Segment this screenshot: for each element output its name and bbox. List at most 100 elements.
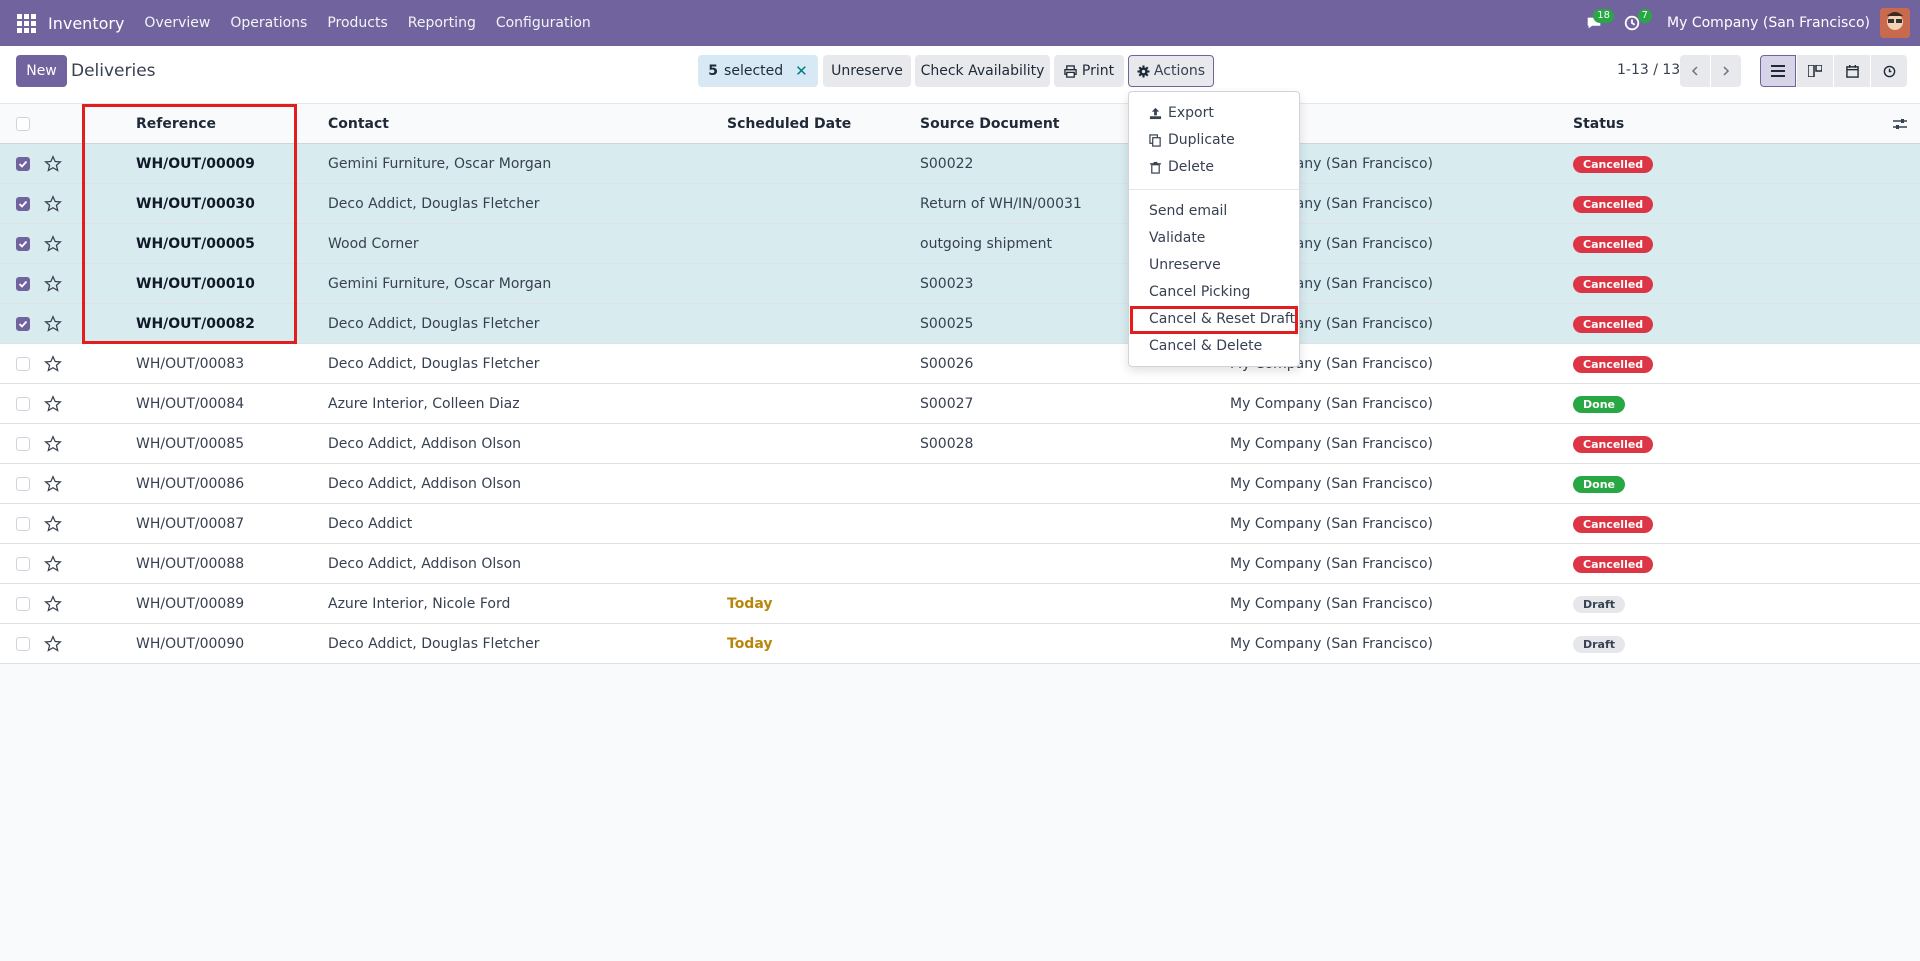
- table-row[interactable]: WH/OUT/00089 Azure Interior, Nicole Ford T…: [0, 584, 1920, 624]
- favorite-star-icon[interactable]: [44, 624, 64, 664]
- check-availability-button[interactable]: Check Availability: [915, 55, 1050, 87]
- contact-cell: Deco Addict, Douglas Fletcher: [328, 316, 540, 332]
- activities-icon[interactable]: 7: [1619, 0, 1653, 46]
- menu-item-delete[interactable]: Delete: [1149, 156, 1214, 178]
- menu-operations[interactable]: Operations: [230, 15, 307, 31]
- gear-icon: [1137, 64, 1150, 78]
- table-row[interactable]: WH/OUT/00090 Deco Addict, Douglas Fletche…: [0, 624, 1920, 664]
- menu-configuration[interactable]: Configuration: [496, 15, 591, 31]
- messages-icon[interactable]: 18: [1581, 0, 1615, 46]
- status-badge: Cancelled: [1573, 195, 1654, 213]
- delete-label: Delete: [1168, 159, 1214, 175]
- favorite-star-icon[interactable]: [44, 504, 64, 544]
- new-button[interactable]: New: [16, 55, 67, 87]
- favorite-star-icon[interactable]: [44, 264, 64, 304]
- contact-cell: Gemini Furniture, Oscar Morgan: [328, 156, 552, 172]
- row-checkbox[interactable]: [16, 437, 30, 451]
- menu-item-cancel-reset-draft[interactable]: Cancel & Reset Draft: [1149, 308, 1295, 330]
- favorite-star-icon[interactable]: [44, 184, 64, 224]
- status-badge: Cancelled: [1573, 515, 1654, 533]
- table-row[interactable]: WH/OUT/00009 Gemini Furniture, Oscar Morg…: [0, 144, 1920, 184]
- duplicate-label: Duplicate: [1168, 132, 1235, 148]
- row-checkbox[interactable]: [16, 277, 30, 291]
- favorite-star-icon[interactable]: [44, 464, 64, 504]
- row-checkbox[interactable]: [16, 517, 30, 531]
- menu-item-unreserve[interactable]: Unreserve: [1149, 254, 1221, 276]
- header-contact[interactable]: Contact: [328, 104, 718, 144]
- table-row[interactable]: WH/OUT/00083 Deco Addict, Douglas Fletche…: [0, 344, 1920, 384]
- pager-value[interactable]: 1-13 / 13: [1617, 62, 1680, 78]
- menu-item-cancel-delete[interactable]: Cancel & Delete: [1149, 335, 1262, 357]
- actions-button[interactable]: Actions: [1128, 55, 1214, 87]
- menu-item-send-email[interactable]: Send email: [1149, 200, 1227, 222]
- pager-next-button[interactable]: [1711, 55, 1741, 87]
- table-row[interactable]: WH/OUT/00084 Azure Interior, Colleen Diaz…: [0, 384, 1920, 424]
- table-row[interactable]: WH/OUT/00088 Deco Addict, Addison Olson My…: [0, 544, 1920, 584]
- reference-cell: WH/OUT/00010: [136, 276, 255, 292]
- row-checkbox[interactable]: [16, 477, 30, 491]
- activity-view-button[interactable]: [1871, 55, 1907, 87]
- selection-indicator: 5 selected ✕: [698, 55, 818, 87]
- pager-previous-button[interactable]: [1680, 55, 1710, 87]
- contact-cell: Wood Corner: [328, 236, 419, 252]
- row-checkbox[interactable]: [16, 357, 30, 371]
- unreserve-button[interactable]: Unreserve: [823, 55, 911, 87]
- table-row[interactable]: WH/OUT/00010 Gemini Furniture, Oscar Morg…: [0, 264, 1920, 304]
- optional-columns-icon[interactable]: [1893, 104, 1913, 144]
- print-button[interactable]: Print: [1054, 55, 1124, 87]
- favorite-star-icon[interactable]: [44, 304, 64, 344]
- row-checkbox[interactable]: [16, 397, 30, 411]
- list-view-button[interactable]: [1760, 55, 1796, 87]
- status-badge: Cancelled: [1573, 155, 1654, 173]
- clear-selection-icon[interactable]: ✕: [795, 62, 808, 80]
- favorite-star-icon[interactable]: [44, 424, 64, 464]
- favorite-star-icon[interactable]: [44, 144, 64, 184]
- kanban-view-button[interactable]: [1797, 55, 1833, 87]
- actions-label: Actions: [1153, 63, 1206, 79]
- contact-cell: Azure Interior, Nicole Ford: [328, 596, 511, 612]
- user-avatar[interactable]: [1880, 8, 1910, 38]
- menu-item-duplicate[interactable]: Duplicate: [1149, 129, 1235, 151]
- header-reference[interactable]: Reference: [136, 104, 316, 144]
- menu-item-cancel-picking[interactable]: Cancel Picking: [1149, 281, 1250, 303]
- company-switcher[interactable]: My Company (San Francisco): [1667, 15, 1870, 31]
- row-checkbox[interactable]: [16, 317, 30, 331]
- table-row[interactable]: WH/OUT/00005 Wood Corner outgoing shipment…: [0, 224, 1920, 264]
- menu-item-export[interactable]: Export: [1149, 102, 1214, 124]
- select-all-checkbox[interactable]: [16, 117, 30, 131]
- favorite-star-icon[interactable]: [44, 384, 64, 424]
- row-checkbox[interactable]: [16, 557, 30, 571]
- table-row[interactable]: WH/OUT/00086 Deco Addict, Addison Olson My…: [0, 464, 1920, 504]
- calendar-icon: [1845, 64, 1859, 78]
- table-row[interactable]: WH/OUT/00082 Deco Addict, Douglas Fletche…: [0, 304, 1920, 344]
- contact-cell: Azure Interior, Colleen Diaz: [328, 396, 520, 412]
- menu-products[interactable]: Products: [327, 15, 387, 31]
- trash-icon: [1149, 161, 1162, 174]
- table-row[interactable]: WH/OUT/00087 Deco Addict My Company (San F…: [0, 504, 1920, 544]
- row-checkbox[interactable]: [16, 237, 30, 251]
- apps-menu-icon[interactable]: [0, 0, 52, 46]
- calendar-view-button[interactable]: [1834, 55, 1870, 87]
- print-label: Print: [1081, 63, 1115, 79]
- table-row[interactable]: WH/OUT/00085 Deco Addict, Addison Olson S0…: [0, 424, 1920, 464]
- header-status[interactable]: Status: [1573, 104, 1773, 144]
- row-checkbox[interactable]: [16, 597, 30, 611]
- menu-item-validate[interactable]: Validate: [1149, 227, 1205, 249]
- favorite-star-icon[interactable]: [44, 344, 64, 384]
- status-badge: Draft: [1573, 595, 1626, 613]
- row-checkbox[interactable]: [16, 157, 30, 171]
- favorite-star-icon[interactable]: [44, 224, 64, 264]
- favorite-star-icon[interactable]: [44, 544, 64, 584]
- contact-cell: Deco Addict, Douglas Fletcher: [328, 636, 540, 652]
- favorite-star-icon[interactable]: [44, 584, 64, 624]
- header-scheduled-date[interactable]: Scheduled Date: [727, 104, 907, 144]
- row-checkbox[interactable]: [16, 637, 30, 651]
- source-document-cell: S00028: [920, 436, 974, 452]
- row-checkbox[interactable]: [16, 197, 30, 211]
- app-brand[interactable]: Inventory: [48, 14, 124, 33]
- menu-overview[interactable]: Overview: [144, 15, 210, 31]
- table-row[interactable]: WH/OUT/00030 Deco Addict, Douglas Fletche…: [0, 184, 1920, 224]
- menu-reporting[interactable]: Reporting: [408, 15, 476, 31]
- selected-count: 5: [708, 63, 719, 79]
- status-badge: Cancelled: [1573, 355, 1654, 373]
